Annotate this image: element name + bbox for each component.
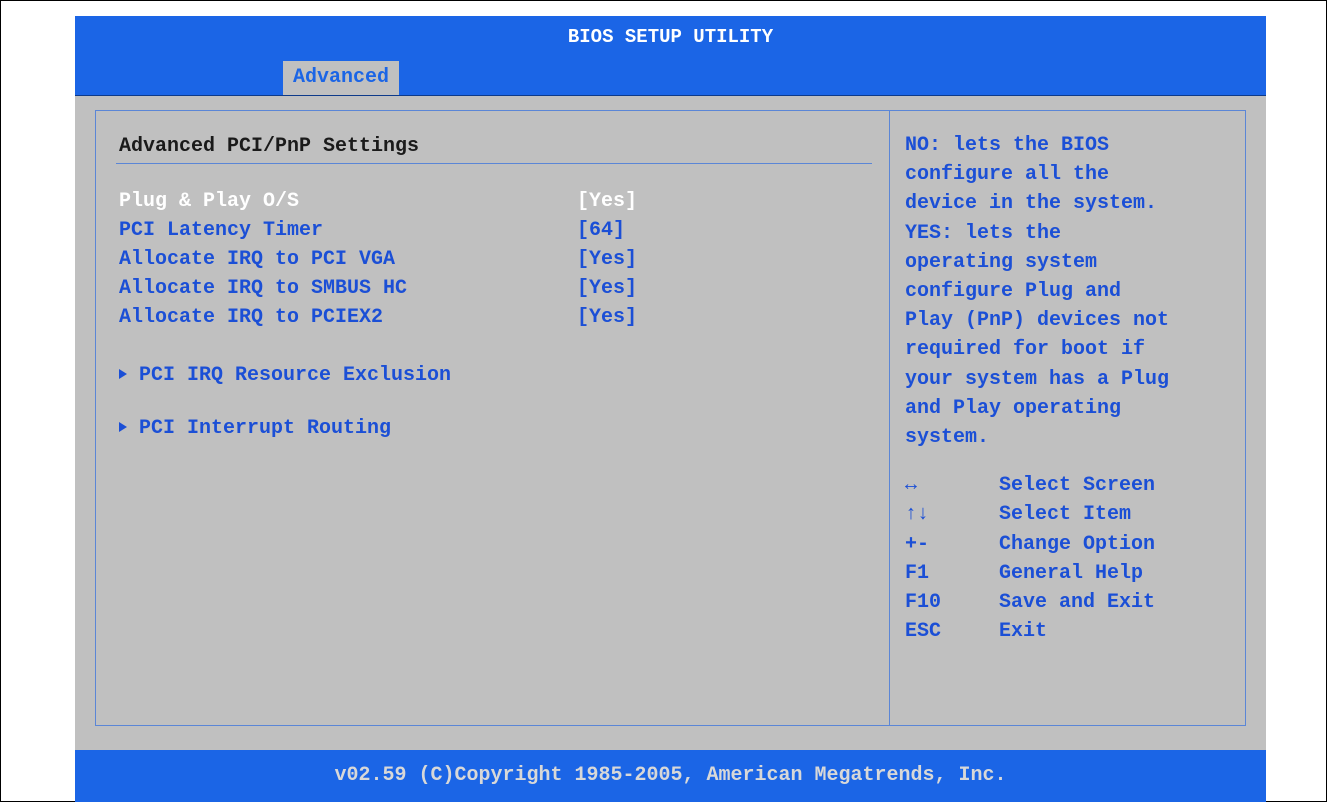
submenu-pci-irq-resource-exclusion[interactable]: PCI IRQ Resource Exclusion: [119, 363, 451, 389]
key-code: ESC: [905, 620, 942, 644]
help-line: configure Plug and: [905, 280, 1122, 304]
section-divider: [116, 163, 872, 164]
key-description: Exit: [999, 620, 1048, 644]
key-row-save-exit: F10 Save and Exit: [905, 588, 1235, 617]
key-description: General Help: [999, 561, 1144, 585]
setting-label: Plug & Play O/S: [119, 190, 300, 213]
help-panel: NO: lets the BIOS configure all the devi…: [889, 110, 1246, 726]
setting-plug-and-play-os[interactable]: Plug & Play O/S [Yes]: [119, 189, 879, 215]
setting-allocate-irq-smbus-hc[interactable]: Allocate IRQ to SMBUS HC [Yes]: [119, 276, 879, 302]
key-code: +-: [905, 532, 930, 556]
key-description: Save and Exit: [999, 591, 1156, 615]
setting-value[interactable]: [Yes]: [577, 276, 637, 302]
key-row-change-option: +- Change Option: [905, 530, 1235, 559]
setting-value[interactable]: [64]: [577, 218, 625, 244]
key-code: F10: [905, 591, 942, 615]
help-line: device in the system.: [905, 192, 1158, 216]
help-line: YES: lets the: [905, 221, 1062, 245]
setting-value[interactable]: [Yes]: [577, 305, 637, 331]
setting-value[interactable]: [Yes]: [577, 189, 637, 215]
window-title: BIOS SETUP UTILITY: [75, 16, 1266, 60]
help-line: operating system: [905, 250, 1098, 274]
help-text: NO: lets the BIOS configure all the devi…: [905, 131, 1245, 452]
left-right-arrow-icon: ↔: [905, 474, 918, 497]
setting-pci-latency-timer[interactable]: PCI Latency Timer [64]: [119, 218, 879, 244]
key-code: F1: [905, 561, 930, 585]
key-row-general-help: F1 General Help: [905, 559, 1235, 588]
key-row-select-item: ↑↓ Select Item: [905, 500, 1235, 529]
key-description: Select Screen: [999, 474, 1156, 497]
submenu-label: PCI IRQ Resource Exclusion: [139, 364, 452, 387]
setting-label: Allocate IRQ to PCI VGA: [119, 248, 396, 271]
copyright-footer: v02.59 (C)Copyright 1985-2005, American …: [75, 750, 1266, 802]
setting-label: PCI Latency Timer: [119, 219, 324, 242]
key-description: Select Item: [999, 503, 1132, 527]
key-row-exit: ESC Exit: [905, 617, 1235, 646]
setting-label: Allocate IRQ to PCIEX2: [119, 306, 384, 329]
up-down-arrow-icon: ↑↓: [905, 503, 930, 527]
help-line: and Play operating: [905, 396, 1122, 420]
help-line: required for boot if: [905, 338, 1146, 362]
section-title: Advanced PCI/PnP Settings: [119, 135, 420, 158]
main-area: Advanced PCI/PnP Settings Plug & Play O/…: [75, 96, 1266, 750]
setting-allocate-irq-pciex2[interactable]: Allocate IRQ to PCIEX2 [Yes]: [119, 305, 879, 331]
help-line: Play (PnP) devices not: [905, 309, 1170, 333]
submenu-label: PCI Interrupt Routing: [139, 417, 392, 440]
settings-panel: Advanced PCI/PnP Settings Plug & Play O/…: [95, 110, 890, 726]
submenu-pci-interrupt-routing[interactable]: PCI Interrupt Routing: [119, 416, 391, 442]
help-line: system.: [905, 426, 990, 450]
triangle-right-icon: [119, 369, 127, 379]
help-line: your system has a Plug: [905, 367, 1170, 391]
tab-bar: Advanced: [75, 59, 1266, 96]
setting-allocate-irq-pci-vga[interactable]: Allocate IRQ to PCI VGA [Yes]: [119, 247, 879, 273]
help-line: NO: lets the BIOS: [905, 134, 1110, 157]
setting-value[interactable]: [Yes]: [577, 247, 637, 273]
key-legend: ↔ Select Screen ↑↓ Select Item +- Change…: [905, 471, 1235, 647]
triangle-right-icon: [119, 422, 127, 432]
setting-label: Allocate IRQ to SMBUS HC: [119, 277, 408, 300]
help-line: configure all the: [905, 163, 1110, 187]
tab-advanced[interactable]: Advanced: [283, 61, 400, 95]
key-description: Change Option: [999, 532, 1156, 556]
key-row-select-screen: ↔ Select Screen: [905, 471, 1235, 500]
